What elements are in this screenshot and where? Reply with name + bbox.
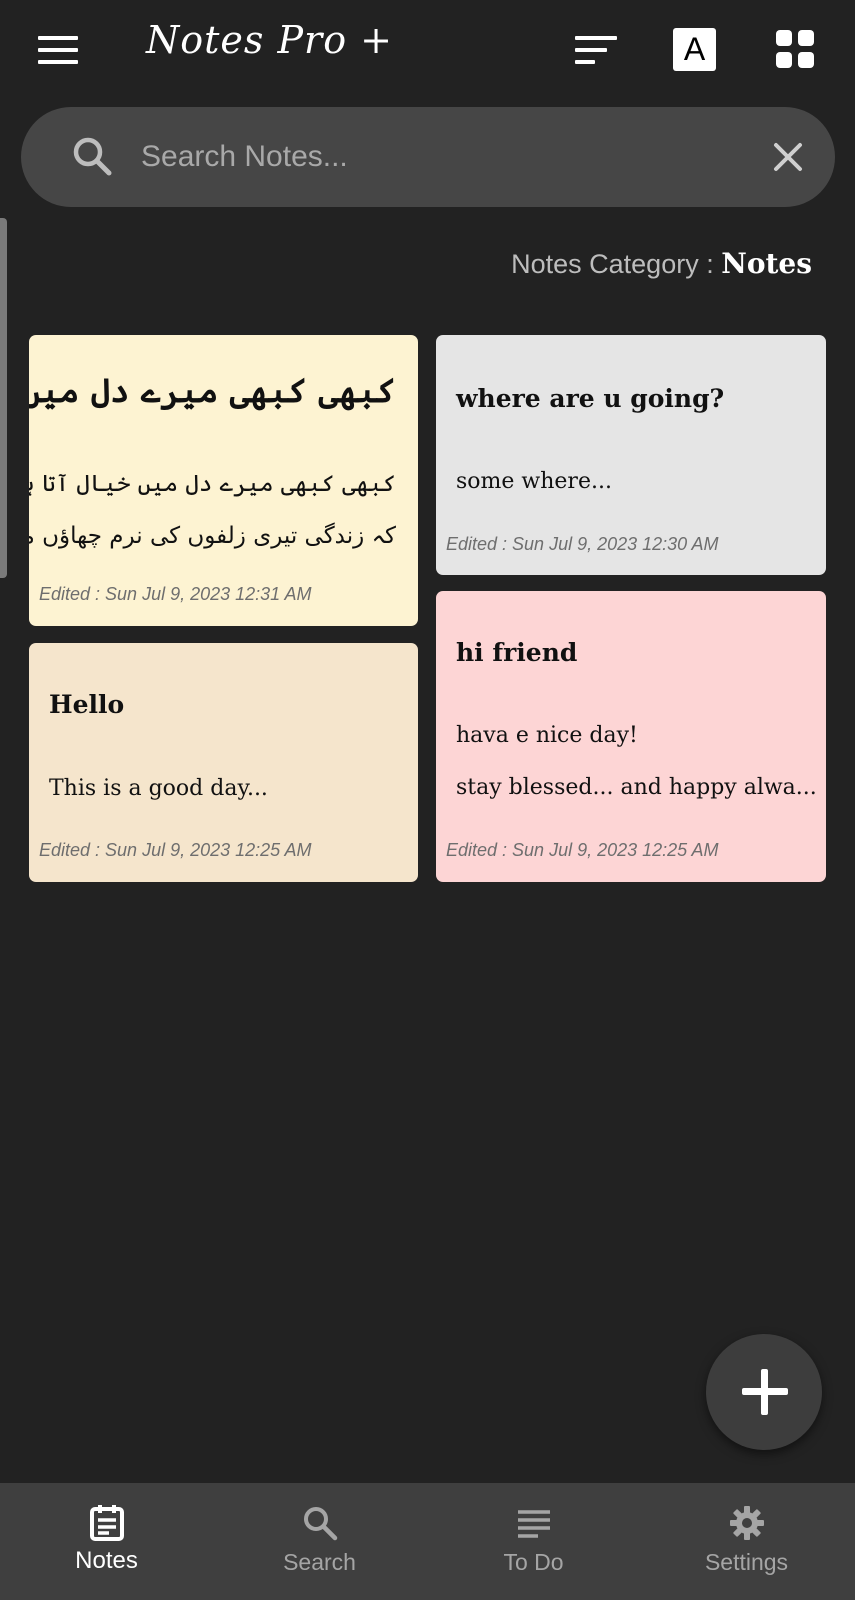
nav-settings[interactable]: Settings xyxy=(640,1483,853,1600)
note-card[interactable]: Hello This is a good day... Edited : Sun… xyxy=(29,643,418,882)
sort-icon xyxy=(575,36,617,40)
search-icon xyxy=(73,137,112,176)
category-label: Notes Category : xyxy=(511,249,714,279)
grid-cell xyxy=(776,52,792,68)
hamburger-menu-icon xyxy=(38,36,78,40)
notes-category: Notes Category : Notes xyxy=(511,247,812,280)
note-body-line: stay blessed... and happy alwa... xyxy=(456,775,817,800)
nav-label: Search xyxy=(283,1549,356,1575)
gear-icon xyxy=(729,1506,764,1540)
note-body-line: This is a good day... xyxy=(49,776,268,801)
note-title: کبھی کبھی میرے دل میں خیال آتا ہے xyxy=(29,371,396,410)
nav-search[interactable]: Search xyxy=(213,1483,426,1600)
search-input[interactable]: Search Notes... xyxy=(141,137,348,177)
note-title: hi friend xyxy=(456,638,578,667)
add-note-button[interactable] xyxy=(706,1334,822,1450)
grid-view-icon xyxy=(776,30,792,46)
note-body-line: some where... xyxy=(456,469,612,494)
notes-icon xyxy=(89,1505,124,1541)
grid-cell xyxy=(798,52,814,68)
font-button[interactable]: A xyxy=(673,28,716,71)
note-body-line: کبھی کبھی میرے دل میں خیال آتا ہے xyxy=(29,471,396,497)
note-title: where are u going? xyxy=(456,384,725,413)
note-card[interactable]: hi friend hava e nice day! stay blessed.… xyxy=(436,591,826,882)
note-edited-time: Edited : Sun Jul 9, 2023 12:25 AM xyxy=(446,840,719,860)
nav-label: Settings xyxy=(704,1549,789,1575)
note-card[interactable]: where are u going? some where... Edited … xyxy=(436,335,826,575)
nav-notes[interactable]: Notes xyxy=(0,1483,213,1600)
nav-todo[interactable]: To Do xyxy=(427,1483,640,1600)
note-body-line: کہ زندگی تیری زلفوں کی نرم چھاؤں میں گز.… xyxy=(29,523,396,549)
grid-cell xyxy=(798,30,814,46)
note-card[interactable]: کبھی کبھی میرے دل میں خیال آتا ہے کبھی ک… xyxy=(29,335,418,626)
hamburger-line xyxy=(38,60,78,64)
sort-line xyxy=(575,60,595,64)
drawer-handle[interactable] xyxy=(0,218,7,578)
search-icon xyxy=(303,1507,337,1541)
note-title: Hello xyxy=(49,690,125,719)
hamburger-line xyxy=(38,48,78,52)
note-body-line: hava e nice day! xyxy=(456,723,638,748)
list-icon xyxy=(517,1510,550,1538)
search-bar[interactable]: Search Notes... xyxy=(21,107,835,207)
close-icon[interactable] xyxy=(766,135,810,179)
bottom-navigation: Notes Search To Do Settings xyxy=(0,1483,855,1600)
category-value: Notes xyxy=(721,247,812,280)
sort-line xyxy=(575,48,607,52)
nav-label: Notes xyxy=(75,1547,138,1574)
app-title: Notes Pro + xyxy=(146,18,393,62)
nav-label: To Do xyxy=(503,1549,564,1575)
note-edited-time: Edited : Sun Jul 9, 2023 12:31 AM xyxy=(39,584,312,604)
note-edited-time: Edited : Sun Jul 9, 2023 12:25 AM xyxy=(39,840,312,860)
menu-button[interactable] xyxy=(38,34,78,66)
sort-button[interactable] xyxy=(575,34,619,66)
note-edited-time: Edited : Sun Jul 9, 2023 12:30 AM xyxy=(446,534,719,554)
grid-view-button[interactable] xyxy=(776,30,814,68)
